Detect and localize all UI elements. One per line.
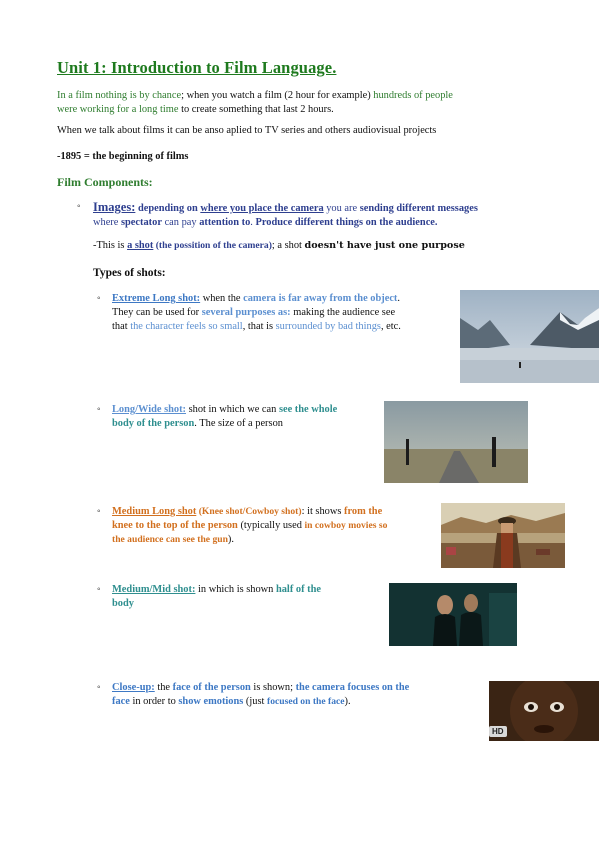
images-t3: you are [323,203,360,214]
intro-text: ; when you watch a film (2 hour for exam… [181,90,374,101]
close-up-shot-image: HD [489,681,599,741]
shot-text: making the audience see [290,307,396,318]
images-t5: where [93,217,121,228]
images-messages: sending different messages [359,203,478,214]
shot-long-wide: Long/Wide shot: shot in which we can see… [112,403,382,431]
shot-text: in which is shown [195,584,276,595]
shot-highlight: the audience can see the gun [112,534,228,545]
shot-text: . The size of a person [194,418,283,429]
bullet-icon: ◦ [97,404,101,415]
components-heading: Film Components: [57,175,153,189]
images-attention: attention to [199,217,251,228]
shot-close-up: Close-up: the face of the person is show… [112,681,482,709]
shot-highlight: the camera focuses on the [295,682,410,693]
shot-text: when the [200,293,244,304]
shot-text: (typically used [237,520,305,531]
shot-text: They can be used for [112,307,202,318]
images-produce: Produce different things on the audience… [255,217,438,228]
shot-highlight: (Knee shot/Cowboy shot) [196,506,302,517]
shot-highlight: surrounded by bad things [275,321,381,332]
extreme-long-shot-image [460,290,599,383]
shot-text: , that is [242,321,276,332]
shot-highlight: focused on the face [267,696,345,707]
intro-end: to create something that last 2 hours. [178,104,334,115]
shot-text: in order to [129,696,179,707]
intro-chance: In a film nothing is by chance [57,90,182,101]
shot-extreme-long: Extreme Long shot: when the camera is fa… [112,292,457,334]
tv-series-paragraph: When we talk about films it can be anso … [57,125,437,136]
shot-highlight: the character feels so small [130,321,243,332]
intro-paragraph: In a film nothing is by chance; when you… [57,89,537,117]
shot-name: Medium/Mid shot: [112,584,196,595]
shot-highlight: from the [344,506,383,517]
shot-text: : it shows [301,506,345,517]
shot-text: shot in which we can [186,404,279,415]
shot-def-4: ; a shot [271,240,305,251]
shot-medium-long: Medium Long shot (Knee shot/Cowboy shot)… [112,505,442,547]
shot-name: Close-up: [112,682,155,693]
shot-text: . [397,293,401,304]
medium-mid-shot-image [389,583,517,646]
bullet-icon: ◦ [97,584,101,595]
date-line: -1895 = the beginning of films [57,151,189,162]
shot-text: ). [227,534,234,545]
types-heading: Types of shots: [93,267,166,279]
shot-highlight: half of the [275,584,321,595]
shot-def-2: a shot [127,240,154,251]
shot-def-1: -This is [93,240,128,251]
shot-def-5: doesn't have just one purpose [304,240,465,251]
shot-name: Medium Long shot [112,506,197,517]
shot-name: Long/Wide shot: [112,404,187,415]
images-paragraph: Images: depending on where you place the… [93,200,563,230]
shot-text: ). [344,696,351,707]
shot-highlight: body [112,598,134,609]
shot-text: the [154,682,173,693]
shot-highlight: show emotions [178,696,244,707]
images-camera: where you place the camera [200,203,324,214]
shot-def-3: (the possition of the camera) [153,240,272,251]
bullet-icon: ◦ [97,506,101,517]
medium-long-shot-image [441,503,565,568]
shot-highlight: body of the person [112,418,195,429]
shot-highlight: in cowboy movies so [304,520,388,531]
page-title: Unit 1: Introduction to Film Language. [57,58,337,77]
long-wide-shot-image [384,401,528,483]
intro-long-time: were working for a long time [57,104,179,115]
intro-hundreds: hundreds of people [373,90,453,101]
images-label: Images: [93,200,136,214]
shot-text: that [112,321,131,332]
shot-medium-mid: Medium/Mid shot: in which is shown half … [112,583,382,611]
hd-badge: HD [489,726,507,737]
bullet-icon: ◦ [97,293,101,304]
shot-highlight: face [112,696,130,707]
shot-definition: -This is a shot (the possition of the ca… [93,239,563,253]
shot-highlight: camera is far away from the object [243,293,398,304]
shot-highlight: see the whole [278,404,338,415]
shot-name: Extreme Long shot: [112,293,201,304]
images-spectator: spectator [120,217,162,228]
bullet-icon: ◦ [97,682,101,693]
shot-text: , etc. [380,321,401,332]
images-t7: can pay [161,217,200,228]
bullet-icon: ◦ [77,201,81,212]
shot-highlight: face of the person [172,682,251,693]
shot-highlight: several purposes as: [201,307,291,318]
images-t1: depending on [135,203,201,214]
shot-text: is shown; [250,682,296,693]
shot-text: (just [243,696,267,707]
shot-highlight: knee to the top of the person [112,520,238,531]
